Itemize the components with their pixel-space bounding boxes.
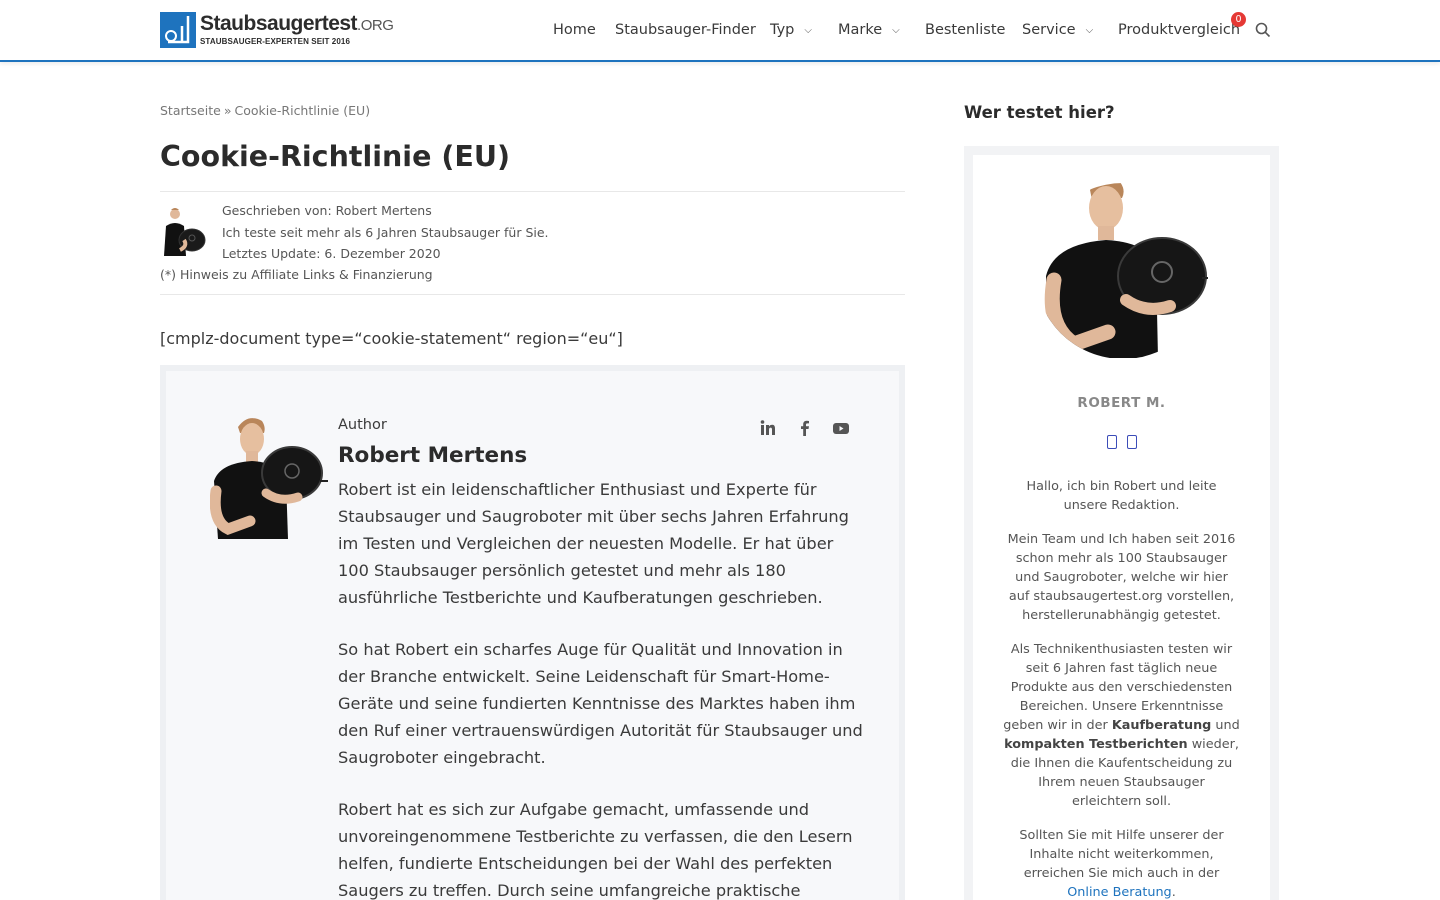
- search-icon[interactable]: [1255, 22, 1271, 38]
- author-name: Robert Mertens: [338, 443, 528, 468]
- meta-updated: Letztes Update: 6. Dezember 2020: [222, 246, 441, 261]
- author-photo: [209, 411, 330, 539]
- breadcrumb-home-link[interactable]: Startseite: [160, 103, 221, 118]
- chevron-down-icon: ⌵: [892, 25, 900, 36]
- meta-written-by[interactable]: Geschrieben von: Robert Mertens: [222, 203, 432, 218]
- nav-bestenliste[interactable]: Bestenliste: [925, 20, 1005, 40]
- sidebar-paragraph: Als Technikenthusiasten testen wir seit …: [1003, 642, 1240, 809]
- cookie-shortcode-text: [cmplz-document type=“cookie-statement“ …: [160, 329, 623, 348]
- site-logo[interactable]: Staubsaugertest.ORG STAUBSAUGER-EXPERTEN…: [160, 12, 394, 48]
- youtube-icon[interactable]: [832, 419, 850, 437]
- chevron-down-icon: ⌵: [1085, 25, 1094, 36]
- nav-staubsauger-finder[interactable]: Staubsauger-Finder: [615, 20, 756, 40]
- logo-title: Staubsaugertest.ORG: [200, 12, 394, 35]
- compare-count-badge: 0: [1231, 12, 1246, 27]
- linkedin-icon[interactable]: [759, 419, 777, 437]
- logo-subtitle: STAUBSAUGER-EXPERTEN SEIT 2016: [200, 37, 350, 46]
- breadcrumb: Startseite» Cookie-Richtlinie (EU): [160, 103, 370, 118]
- author-box: Author Robert Mertens Robert ist ein lei…: [160, 365, 905, 900]
- sidebar-author-widget: ROBERT M. Hallo, ich bin Robert und leit…: [964, 146, 1279, 900]
- sidebar-intro-text: Hallo, ich bin Robert und leite unsere R…: [1003, 477, 1240, 900]
- author-bio-paragraph: Robert hat es sich zur Aufgabe gemacht, …: [338, 800, 853, 900]
- chevron-down-icon: ⌵: [804, 25, 812, 36]
- sidebar-paragraph: Sollten Sie mit Hilfe unserer der Inhalt…: [1019, 828, 1224, 900]
- site-header: Staubsaugertest.ORG STAUBSAUGER-EXPERTEN…: [0, 0, 1440, 62]
- nav-service[interactable]: Service ⌵: [1022, 20, 1093, 41]
- author-label: Author: [338, 417, 387, 433]
- social-link-icon[interactable]: [1126, 435, 1137, 449]
- facebook-icon[interactable]: [796, 419, 814, 437]
- author-avatar: [160, 206, 208, 256]
- sidebar-social-icons: [973, 434, 1270, 453]
- affiliate-notice-link[interactable]: (*) Hinweis zu Affiliate Links & Finanzi…: [160, 267, 433, 282]
- post-meta: Geschrieben von: Robert Mertens Ich test…: [160, 191, 905, 295]
- meta-tagline: Ich teste seit mehr als 6 Jahren Staubsa…: [222, 225, 549, 240]
- social-link-icon[interactable]: [1106, 435, 1117, 449]
- nav-marke[interactable]: Marke ⌵: [838, 20, 900, 41]
- nav-home[interactable]: Home: [553, 20, 596, 40]
- sidebar-paragraph: Mein Team und Ich haben seit 2016 schon …: [1007, 532, 1236, 623]
- page-title: Cookie-Richtlinie (EU): [160, 140, 510, 173]
- author-bio-paragraph: Robert ist ein leidenschaftlicher Enthus…: [338, 480, 849, 607]
- nav-produktvergleich[interactable]: Produktvergleich: [1118, 20, 1240, 40]
- nav-typ[interactable]: Typ ⌵: [770, 20, 812, 41]
- logo-icon: [160, 12, 196, 48]
- breadcrumb-current: Cookie-Richtlinie (EU): [234, 103, 371, 118]
- sidebar-title: Wer testet hier?: [964, 103, 1115, 122]
- sidebar-author-photo: [1038, 176, 1208, 358]
- breadcrumb-separator: »: [223, 103, 232, 118]
- author-bio-paragraph: So hat Robert ein scharfes Auge für Qual…: [338, 640, 863, 767]
- author-bio: Robert ist ein leidenschaftlicher Enthus…: [338, 476, 863, 900]
- sidebar-paragraph: Hallo, ich bin Robert und leite unsere R…: [1026, 479, 1217, 513]
- sidebar-author-name: ROBERT M.: [1077, 395, 1166, 411]
- online-beratung-link[interactable]: Online Beratung: [1067, 885, 1171, 900]
